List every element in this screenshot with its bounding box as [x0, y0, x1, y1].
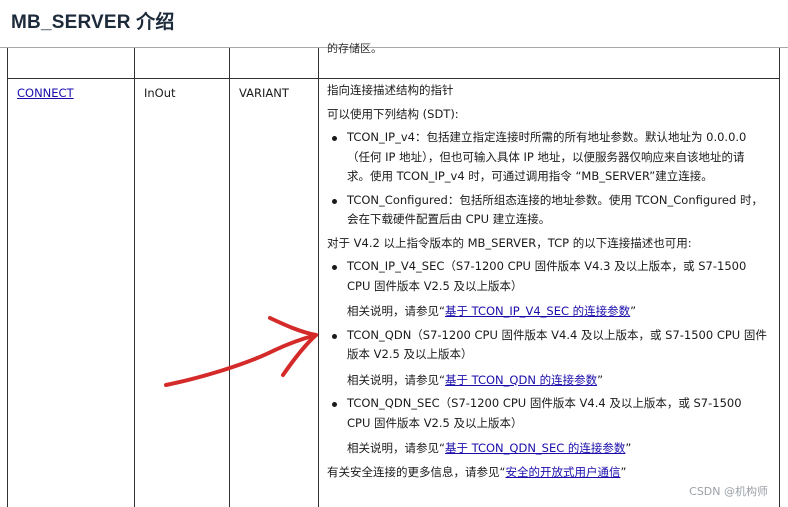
note-prefix: 相关说明，请参见“ [347, 372, 445, 387]
list-item: TCON_IP_V4_SEC（S7-1200 CPU 固件版本 V4.3 及以上… [327, 257, 767, 296]
bullet-text: TCON_IP_V4_SEC（S7-1200 CPU 固件版本 V4.3 及以上… [347, 259, 747, 293]
tcon-ip-v4-sec-link[interactable]: 基于 TCON_IP_V4_SEC 的连接参数 [445, 304, 630, 318]
related-note: 相关说明，请参见“基于 TCON_QDN_SEC 的连接参数” [327, 439, 767, 459]
bullet-text: TCON_QDN_SEC（S7-1200 CPU 固件版本 V4.4 及以上版本… [347, 396, 742, 430]
list-item: TCON_IP_v4：包括建立指定连接时所需的所有地址参数。默认地址为 0.0.… [327, 128, 767, 187]
bullet-icon [332, 333, 337, 339]
bullet-text: TCON_QDN（S7-1200 CPU 固件版本 V4.4 及以上版本，或 S… [347, 327, 767, 362]
truncated-prev-text: 的存储区。 [327, 42, 382, 55]
bullet-icon [332, 402, 337, 407]
list-item: TCON_QDN（S7-1200 CPU 固件版本 V4.4 及以上版本，或 S… [327, 326, 767, 365]
tcon-qdn-sec-link[interactable]: 基于 TCON_QDN_SEC 的连接参数 [445, 441, 625, 455]
watermark: CSDN @机构师 [689, 485, 768, 498]
table-col-divider-3 [318, 48, 319, 507]
table-col-divider-2 [229, 48, 230, 507]
param-data-type: VARIANT [239, 86, 289, 100]
desc-sdt: 可以使用下列结构 (SDT): [327, 106, 459, 121]
note-prefix: 相关说明，请参见“ [347, 441, 445, 455]
secure-open-user-communication-link[interactable]: 安全的开放式用户通信 [505, 465, 620, 479]
list-item: TCON_QDN_SEC（S7-1200 CPU 固件版本 V4.4 及以上版本… [327, 394, 767, 433]
param-description: 指向连接描述结构的指针 可以使用下列结构 (SDT): TCON_IP_v4：包… [327, 81, 767, 482]
note-prefix: 相关说明，请参见“ [347, 304, 445, 318]
note-suffix: ” [597, 372, 604, 387]
tcon-qdn-link[interactable]: 基于 TCON_QDN 的连接参数 [445, 373, 597, 387]
bullet-icon [332, 198, 337, 204]
bullet-icon [332, 265, 337, 270]
bullet-icon [332, 136, 337, 141]
page-title: MB_SERVER 介绍 [11, 12, 175, 33]
note-suffix: ” [625, 441, 632, 455]
desc-v42: 对于 V4.2 以上指令版本的 MB_SERVER，TCP 的以下连接描述也可用… [327, 235, 692, 250]
list-item: TCON_Configured：包括所组态连接的地址参数。使用 TCON_Con… [327, 191, 767, 230]
footer-prefix: 有关安全连接的更多信息，请参见“ [327, 464, 506, 479]
table-row-divider [7, 78, 780, 79]
related-note: 相关说明，请参见“基于 TCON_IP_V4_SEC 的连接参数” [327, 302, 767, 322]
table-border-right [779, 48, 780, 507]
table-col-divider-1 [134, 48, 135, 507]
desc-footer: 有关安全连接的更多信息，请参见“安全的开放式用户通信” [327, 463, 767, 483]
page-header: MB_SERVER 介绍 [0, 0, 788, 48]
table-border-left [7, 48, 8, 507]
note-suffix: ” [630, 304, 637, 318]
desc-intro: 指向连接描述结构的指针 [327, 83, 454, 97]
footer-suffix: ” [620, 464, 627, 479]
bullet-text: TCON_IP_v4：包括建立指定连接时所需的所有地址参数。默认地址为 0.0.… [347, 130, 747, 183]
param-declaration: InOut [144, 86, 176, 100]
param-connect-link[interactable]: CONNECT [17, 83, 74, 103]
related-note: 相关说明，请参见“基于 TCON_QDN 的连接参数” [327, 371, 767, 391]
parameter-table: 的存储区。 CONNECT InOut VARIANT 指向连接描述结构的指针 … [7, 42, 780, 507]
bullet-text: TCON_Configured：包括所组态连接的地址参数。使用 TCON_Con… [347, 192, 763, 227]
